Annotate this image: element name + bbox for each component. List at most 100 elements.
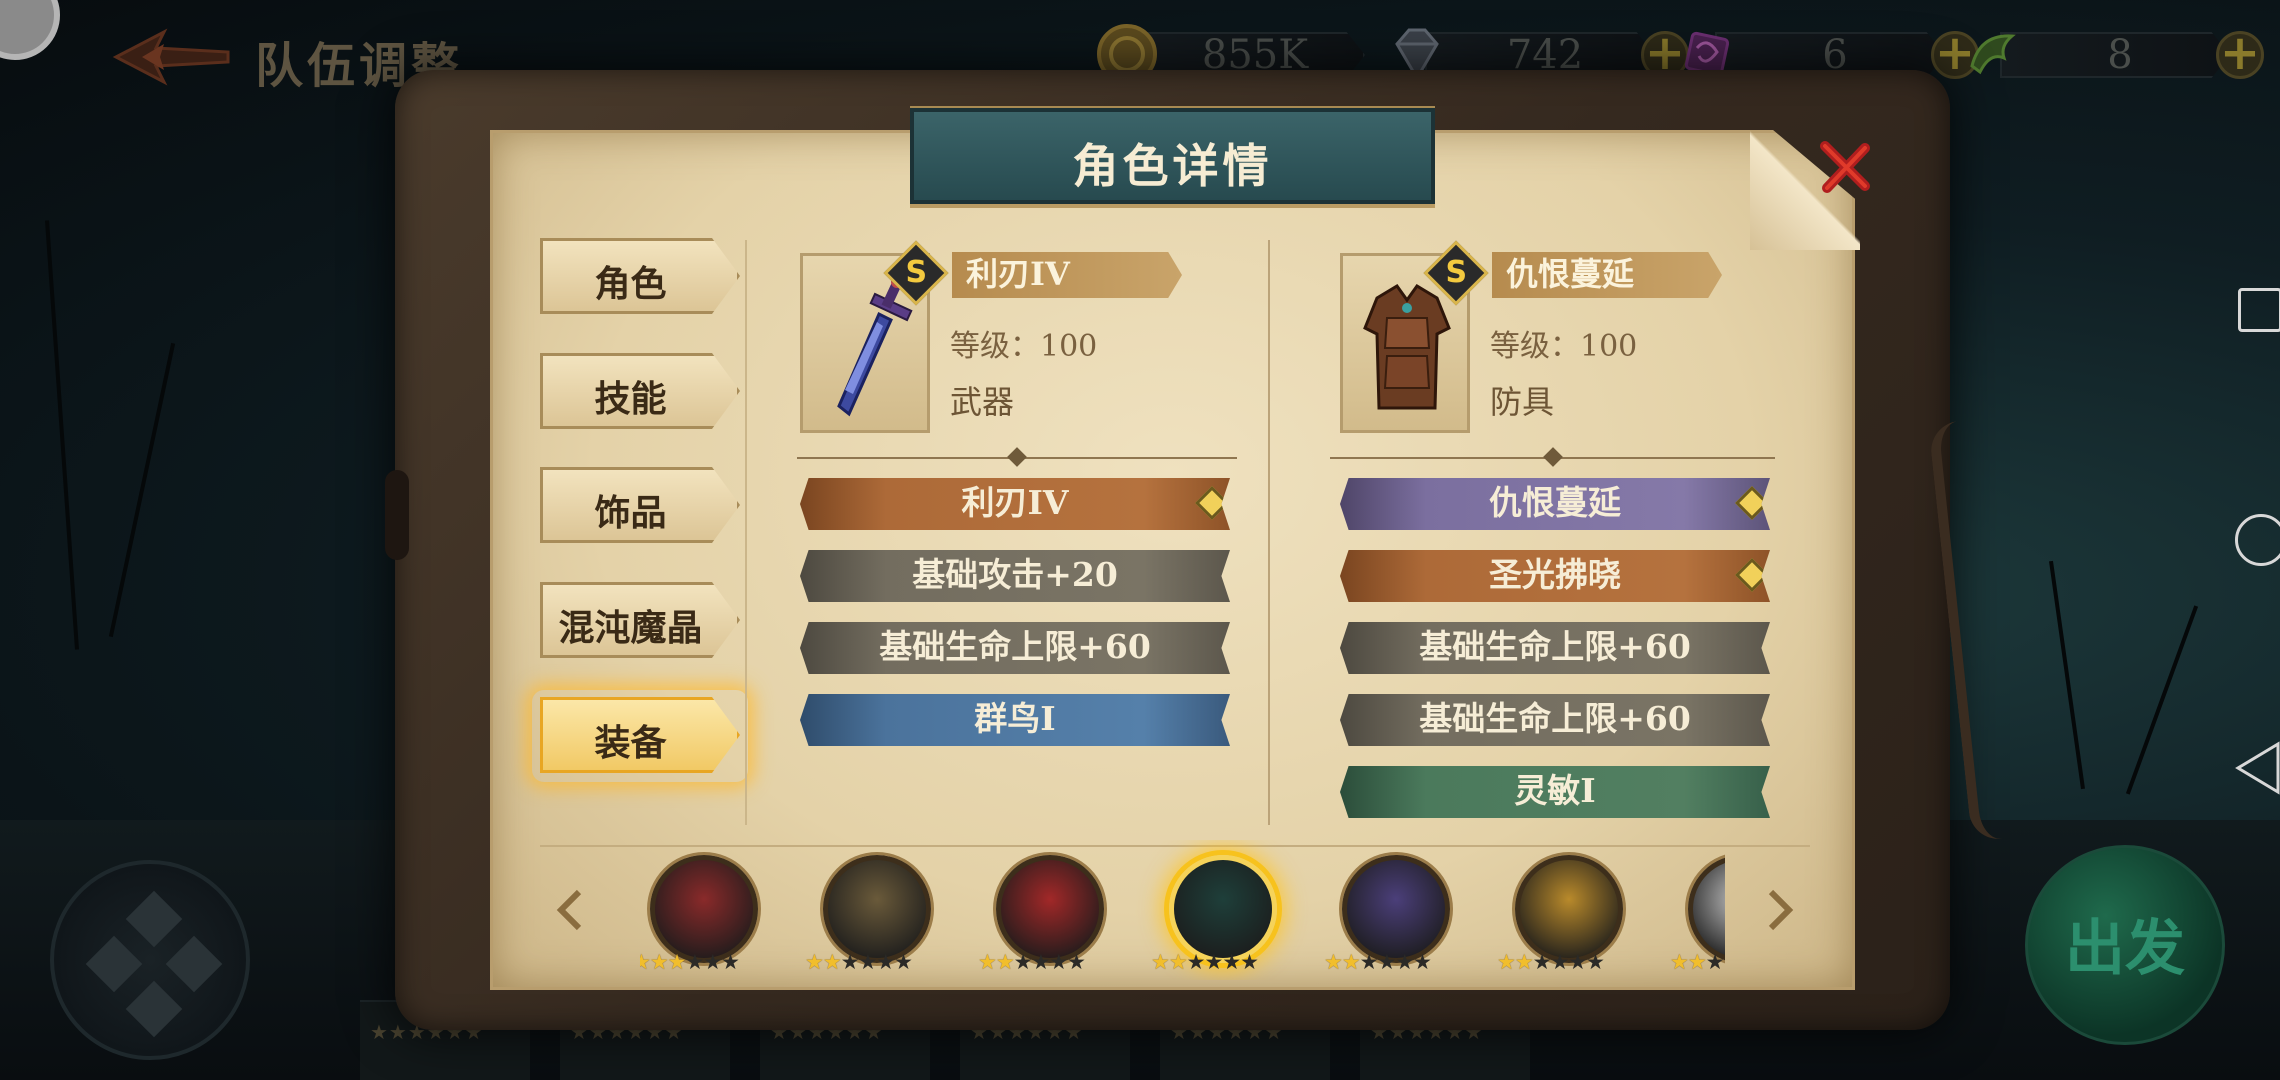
star-empty-icon: ★ (858, 950, 877, 974)
weapon-attribute[interactable]: 利刃IV (800, 478, 1230, 530)
star-empty-icon: ★ (1067, 950, 1086, 974)
attribute-text: 基础生命上限+60 (879, 627, 1151, 666)
tab-chaos-crystal[interactable]: 混沌魔晶 (540, 582, 740, 658)
rank-label: S (1445, 255, 1468, 291)
star-empty-icon: ★ (1222, 950, 1241, 974)
star-empty-icon: ★ (1550, 950, 1569, 974)
star-filled-icon: ★ (978, 950, 997, 974)
tree-silhouette (108, 342, 176, 638)
armor-attribute[interactable]: 基础生命上限+60 (1340, 694, 1770, 746)
star-filled-icon: ★ (822, 950, 842, 974)
star-empty-icon: ★ (1031, 950, 1050, 974)
star-rating: ★★★★★★ (640, 950, 792, 974)
star-empty-icon: ★ (685, 950, 704, 974)
tab-accessories[interactable]: 饰品 (540, 467, 740, 543)
star-empty-icon: ★ (840, 950, 860, 974)
star-filled-icon: ★ (995, 950, 1015, 974)
star-rating: ★★★★★★ (1670, 950, 1725, 974)
weapon-attribute[interactable]: 群鸟I (800, 694, 1230, 746)
star-empty-icon: ★ (1204, 950, 1223, 974)
green-rune-icon (1970, 34, 2016, 75)
hero-jester-portrait[interactable] (1342, 855, 1450, 963)
weapon-name: 利刃IV (952, 252, 1182, 298)
hero-masked-portrait[interactable] (1515, 855, 1623, 963)
star-rating: ★★★★★★ (978, 950, 1138, 974)
star-filled-icon: ★ (1324, 950, 1343, 974)
panel-title: 角色详情 (1072, 139, 1273, 193)
star-empty-icon: ★ (1532, 950, 1552, 974)
hero-white-portrait[interactable] (1688, 855, 1725, 963)
star-filled-icon: ★ (1151, 950, 1170, 974)
attribute-text: 群鸟I (974, 699, 1056, 738)
tab-character[interactable]: 角色 (540, 238, 740, 314)
hero-dark-hair-portrait[interactable] (1169, 855, 1277, 963)
weapon-attribute[interactable]: 基础攻击+20 (800, 550, 1230, 602)
tab-equipment[interactable]: 装备 (540, 697, 740, 773)
hero-blonde-warrior-portrait[interactable] (823, 855, 931, 963)
armor-attribute[interactable]: 圣光拂晓 (1340, 550, 1770, 602)
hero-red-hood-portrait[interactable] (996, 855, 1104, 963)
panel-title-banner: 角色详情 (910, 108, 1435, 204)
star-rating: ★★★★★★ (1151, 950, 1311, 974)
armor-attribute[interactable]: 仇恨蔓延 (1340, 478, 1770, 530)
star-filled-icon: ★ (1168, 950, 1188, 974)
leather-notch (385, 470, 409, 560)
hero-vampire-portrait[interactable] (650, 855, 758, 963)
attribute-text: 灵敏I (1514, 771, 1596, 810)
star-empty-icon: ★ (1240, 950, 1259, 974)
star-rating: ★★★★★★ (1497, 950, 1657, 974)
joystick-dpad (165, 935, 223, 993)
armor-attribute[interactable]: 基础生命上限+60 (1340, 622, 1770, 674)
star-filled-icon: ★ (1687, 950, 1707, 974)
ornament-divider (1330, 447, 1775, 467)
star-rating: ★★★★★★ (805, 950, 965, 974)
star-empty-icon: ★ (721, 950, 740, 974)
star-filled-icon: ★ (649, 950, 669, 974)
tab-label: 混沌魔晶 (558, 607, 703, 649)
star-empty-icon: ★ (1013, 950, 1033, 974)
joystick-dpad (125, 890, 183, 948)
add-rune-button[interactable]: + (2216, 29, 2264, 79)
star-filled-icon: ★ (1514, 950, 1534, 974)
tree-silhouette (2049, 560, 2085, 790)
star-empty-icon: ★ (1049, 950, 1068, 974)
attribute-text: 圣光拂晓 (1489, 555, 1621, 594)
nav-back-icon[interactable] (2234, 740, 2280, 796)
back-arrow-icon[interactable] (112, 28, 232, 86)
star-empty-icon: ★ (1359, 950, 1379, 974)
resource-value: 8 (2107, 32, 2133, 78)
attribute-text: 仇恨蔓延 (1489, 483, 1621, 522)
home-button[interactable] (2235, 514, 2280, 566)
rank-label: S (905, 255, 928, 291)
star-empty-icon: ★ (894, 950, 913, 974)
attribute-text: 基础攻击+20 (912, 555, 1118, 594)
divider (1268, 240, 1270, 825)
star-empty-icon: ★ (1586, 950, 1605, 974)
tab-skills[interactable]: 技能 (540, 353, 740, 429)
depart-button[interactable]: 出发 (2025, 845, 2225, 1045)
star-empty-icon: ★ (1395, 950, 1414, 974)
hero-roster: ★★★★★★★★★★★★★★★★★★★★★★★★★★★★★★★★★★★★★★★★… (640, 840, 1725, 980)
weapon-attribute[interactable]: 基础生命上限+60 (800, 622, 1230, 674)
star-empty-icon: ★ (1705, 950, 1725, 974)
armor-icon (1363, 284, 1451, 410)
recent-apps-button[interactable] (2238, 288, 2280, 332)
star-empty-icon: ★ (1186, 950, 1206, 974)
close-icon[interactable] (1815, 138, 1875, 198)
star-filled-icon: ★ (667, 950, 687, 974)
armor-attribute[interactable]: 灵敏I (1340, 766, 1770, 818)
attribute-text: 基础生命上限+60 (1419, 699, 1691, 738)
star-empty-icon: ★ (1377, 950, 1396, 974)
star-empty-icon: ★ (1568, 950, 1587, 974)
attribute-text: 利刃IV (961, 483, 1069, 522)
joystick[interactable] (50, 860, 250, 1060)
star-filled-icon: ★ (640, 950, 651, 974)
chevron-right-icon[interactable] (1765, 888, 1795, 932)
star-empty-icon: ★ (876, 950, 895, 974)
star-empty-icon: ★ (703, 950, 722, 974)
ornament-divider (797, 447, 1237, 467)
weapon-type: 武器 (950, 383, 1015, 421)
armor-level: 等级：100 (1490, 329, 1638, 364)
chevron-left-icon[interactable] (555, 888, 585, 932)
armor-type: 防具 (1490, 383, 1555, 421)
